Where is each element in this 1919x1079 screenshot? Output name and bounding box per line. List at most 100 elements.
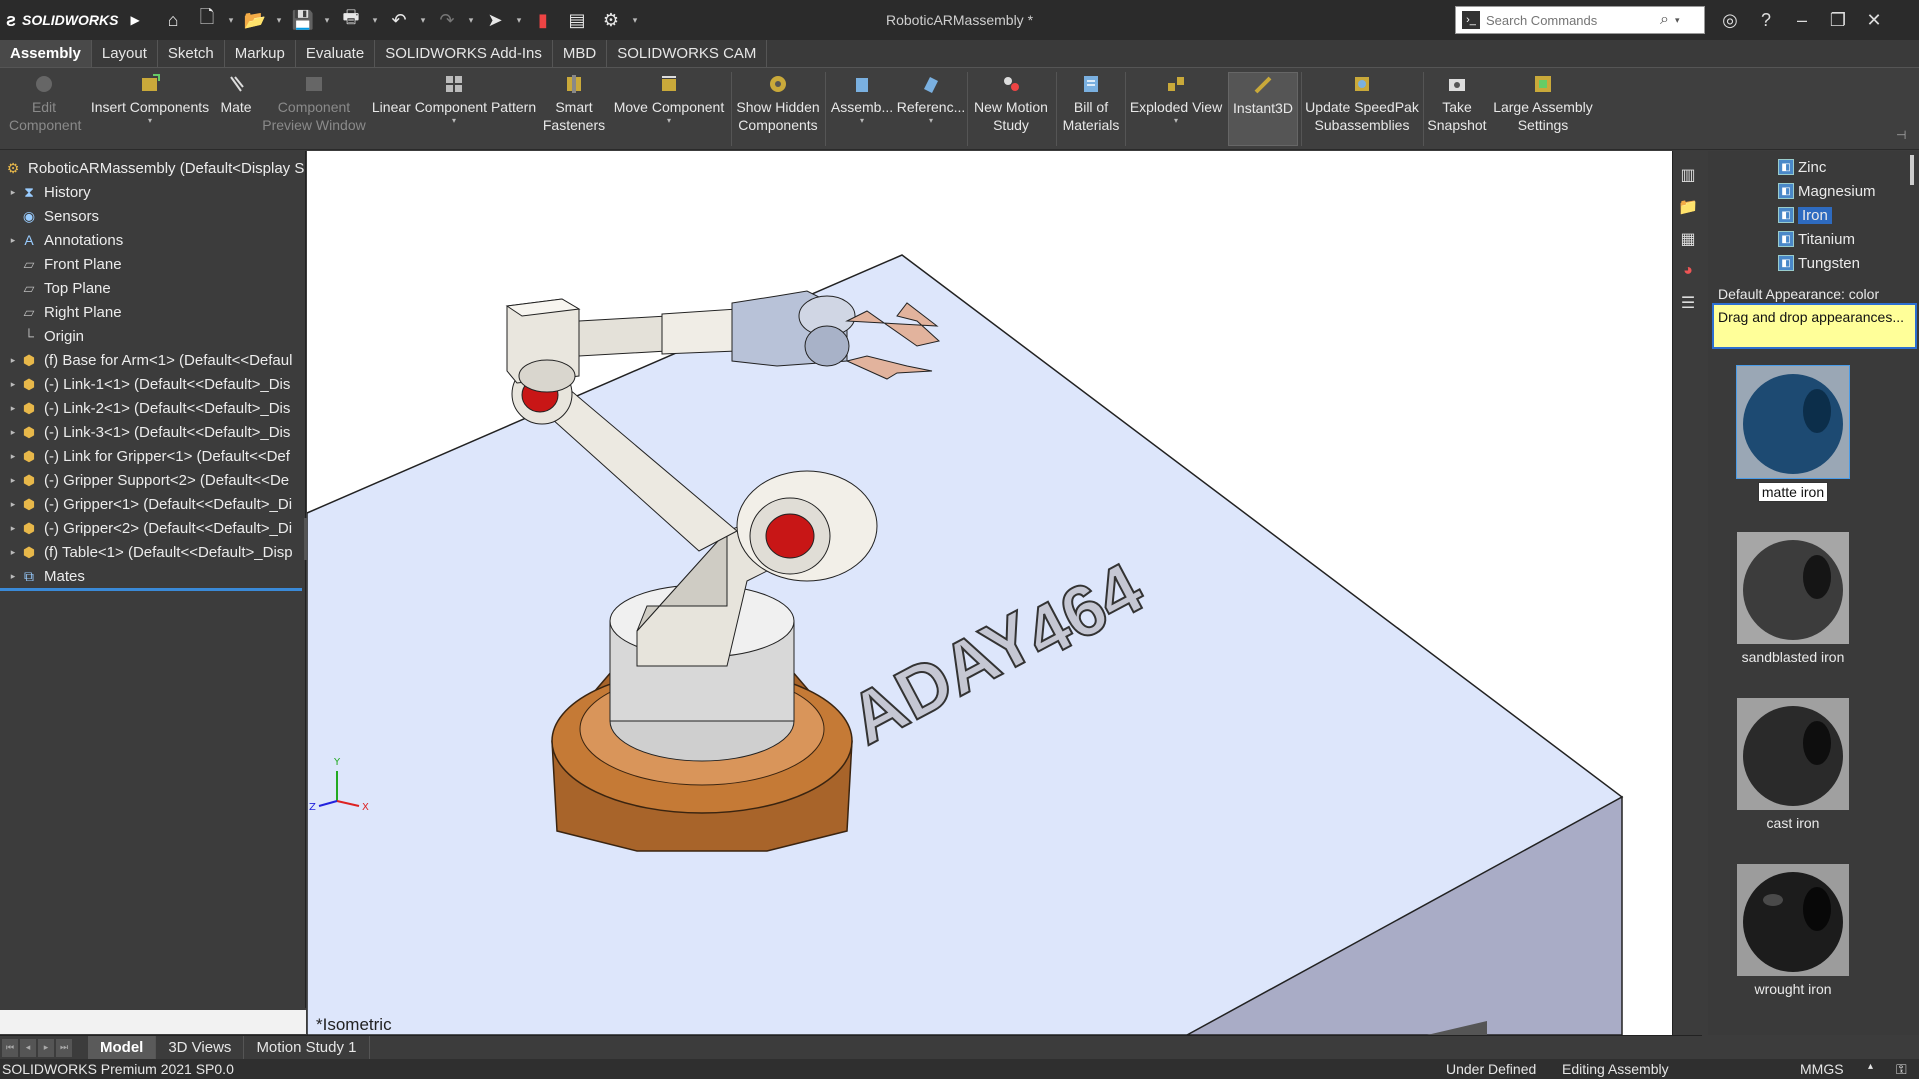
update-speedpak-button[interactable]: Update SpeedPak Subassemblies [1304,72,1420,146]
tab-evaluate[interactable]: Evaluate [296,40,376,67]
expand-arrow-icon[interactable]: ▸ [6,427,20,438]
tree-item-link-for-gripper[interactable]: ▸ ⬢ (-) Link for Gripper<1> (Default<<De… [0,444,306,468]
last-tab-icon[interactable]: ⏭ [56,1038,72,1057]
chevron-down-icon[interactable]: ▾ [452,116,456,126]
swatch-matte-iron[interactable]: matte iron [1736,365,1850,502]
expand-arrow-icon[interactable]: ▸ [6,547,20,558]
material-magnesium[interactable]: ◧ Magnesium [1778,179,1876,203]
assembly-features-button[interactable]: Assemb... ▾ [829,72,895,146]
tab-markup[interactable]: Markup [225,40,296,67]
expand-arrow-icon[interactable]: ▸ [6,355,20,366]
tree-item-annotations[interactable]: ▸ A Annotations [0,228,306,252]
file-explorer-icon[interactable]: ▦ [1673,223,1703,255]
take-snapshot-button[interactable]: Take Snapshot [1426,72,1488,146]
search-commands[interactable]: ›_ ⌕ ▾ [1455,6,1705,34]
chevron-down-icon[interactable]: ▾ [148,116,152,126]
pin-icon[interactable]: ⊣ [1896,128,1906,142]
help-icon[interactable]: ? [1748,0,1784,40]
tab-cam[interactable]: SOLIDWORKS CAM [607,40,768,67]
tree-item-origin[interactable]: └ Origin [0,324,306,348]
close-icon[interactable]: ✕ [1856,0,1892,40]
custom-properties-icon[interactable]: ☰ [1673,287,1703,319]
tab-assembly[interactable]: Assembly [0,40,92,67]
insert-components-button[interactable]: Insert Components ▾ [90,72,210,146]
appearances-icon[interactable]: ◕ [1673,255,1703,287]
smart-fasteners-button[interactable]: Smart Fasteners [542,72,606,146]
chevron-down-icon[interactable]: ▾ [370,15,380,26]
expand-arrow-icon[interactable]: ▸ [6,379,20,390]
move-component-button[interactable]: Move Component ▾ [610,72,728,146]
redo-icon[interactable]: ↷ [432,5,462,35]
chevron-down-icon[interactable]: ▾ [514,15,524,26]
expand-arrow-icon[interactable]: ▸ [6,403,20,414]
large-assembly-settings-button[interactable]: Large Assembly Settings [1492,72,1594,146]
tree-item-gripper-2[interactable]: ▸ ⬢ (-) Gripper<2> (Default<<Default>_Di [0,516,306,540]
tree-item-right-plane[interactable]: ▱ Right Plane [0,300,306,324]
chevron-down-icon[interactable]: ▾ [226,15,236,26]
chevron-down-icon[interactable]: ▾ [667,116,671,126]
tree-item-gripper-1[interactable]: ▸ ⬢ (-) Gripper<1> (Default<<Default>_Di [0,492,306,516]
show-hidden-components-button[interactable]: Show Hidden Components [735,72,821,146]
expand-arrow-icon[interactable]: ▸ [6,571,20,582]
restore-icon[interactable]: ❐ [1820,0,1856,40]
search-icon[interactable]: ⌕ [1660,11,1669,29]
rebuild-traffic-light-icon[interactable]: ▮ [528,5,558,35]
swatch-wrought-iron[interactable]: wrought iron [1737,864,1849,998]
expand-arrow-icon[interactable]: ▸ [6,499,20,510]
tree-item-link-1[interactable]: ▸ ⬢ (-) Link-1<1> (Default<<Default>_Dis [0,372,306,396]
reference-geometry-button[interactable]: Referenc... ▾ [897,72,965,146]
tree-item-table[interactable]: ▸ ⬢ (f) Table<1> (Default<<Default>_Disp [0,540,306,564]
expand-arrow-icon[interactable]: ▸ [6,451,20,462]
chevron-down-icon[interactable]: ▾ [322,15,332,26]
material-list-scrollbar[interactable] [1906,151,1918,276]
bill-of-materials-button[interactable]: Bill of Materials [1060,72,1122,146]
user-account-icon[interactable]: ◎ [1712,0,1748,40]
new-motion-study-button[interactable]: New Motion Study [970,72,1052,146]
chevron-down-icon[interactable]: ▾ [466,15,476,26]
linear-pattern-button[interactable]: Linear Component Pattern ▾ [370,72,538,146]
chevron-up-icon[interactable]: ▴ [1868,1061,1873,1072]
tab-layout[interactable]: Layout [92,40,158,67]
design-library-icon[interactable]: 📁 [1673,191,1703,223]
notification-icon[interactable]: ⚿ [1896,1061,1907,1078]
expand-arrow-icon[interactable]: ▸ [6,235,20,246]
tree-item-sensors[interactable]: ◉ Sensors [0,204,306,228]
chevron-down-icon[interactable]: ▾ [1675,15,1680,26]
undo-icon[interactable]: ↶ [384,5,414,35]
material-zinc[interactable]: ◧ Zinc [1778,155,1826,179]
chevron-down-icon[interactable]: ▾ [1174,116,1178,126]
material-tungsten[interactable]: ◧ Tungsten [1778,251,1860,275]
chevron-down-icon[interactable]: ▾ [418,15,428,26]
tree-item-top-plane[interactable]: ▱ Top Plane [0,276,306,300]
minimize-icon[interactable]: – [1784,0,1820,40]
chevron-down-icon[interactable]: ▾ [929,116,933,126]
search-input[interactable] [1486,12,1656,28]
tree-item-history[interactable]: ▸ ⧗ History [0,180,306,204]
prev-tab-icon[interactable]: ◂ [20,1038,36,1057]
expand-arrow-icon[interactable]: ▸ [6,187,20,198]
expand-arrow-icon[interactable]: ▸ [6,523,20,534]
tree-root[interactable]: ⚙ RoboticARMassembly (Default<Display S [0,156,306,180]
resources-icon[interactable]: ▥ [1673,159,1703,191]
tab-mbd[interactable]: MBD [553,40,608,67]
edit-component-button[interactable]: Edit Component [4,72,84,146]
next-tab-icon[interactable]: ▸ [38,1038,54,1057]
tab-motion-study-1[interactable]: Motion Study 1 [244,1035,370,1060]
new-document-icon[interactable]: 🗋 [192,5,222,35]
tree-item-link-3[interactable]: ▸ ⬢ (-) Link-3<1> (Default<<Default>_Dis [0,420,306,444]
tree-item-gripper-support[interactable]: ▸ ⬢ (-) Gripper Support<2> (Default<<De [0,468,306,492]
chevron-down-icon[interactable]: ▾ [274,15,284,26]
material-titanium[interactable]: ◧ Titanium [1778,227,1855,251]
tree-item-front-plane[interactable]: ▱ Front Plane [0,252,306,276]
first-tab-icon[interactable]: ⏮ [2,1038,18,1057]
swatch-sandblasted-iron[interactable]: sandblasted iron [1737,532,1849,666]
file-properties-icon[interactable]: ▤ [562,5,592,35]
tab-model[interactable]: Model [88,1035,157,1060]
tab-addins[interactable]: SOLIDWORKS Add-Ins [375,40,553,67]
material-iron[interactable]: ◧ Iron [1778,203,1832,227]
expand-arrow-icon[interactable]: ▸ [6,475,20,486]
tree-item-mates[interactable]: ▸ ⧉ Mates [0,564,306,588]
open-folder-icon[interactable]: 📂 [240,5,270,35]
options-gear-icon[interactable]: ⚙ [596,5,626,35]
save-icon[interactable]: 💾 [288,5,318,35]
